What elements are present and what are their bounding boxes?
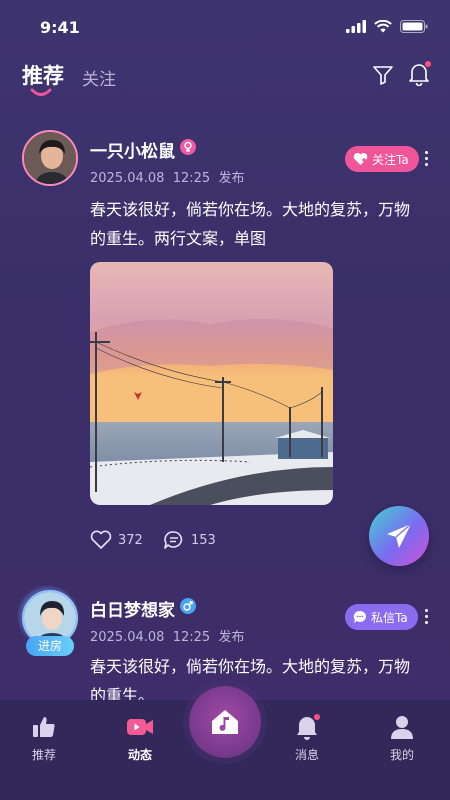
- female-badge-icon: [180, 139, 196, 155]
- post1-more-icon[interactable]: [425, 151, 429, 166]
- post2-time: 12:25: [172, 630, 211, 645]
- post1-image[interactable]: [90, 262, 333, 505]
- chat-bubble-icon: [353, 610, 366, 623]
- post1-avatar[interactable]: [22, 130, 78, 186]
- battery-icon: [400, 20, 428, 33]
- nav-center-button[interactable]: [189, 686, 261, 758]
- nav-moments[interactable]: 动态: [105, 712, 175, 763]
- likes-count: 372: [118, 532, 143, 548]
- tab-following[interactable]: 关注: [82, 65, 116, 90]
- post2-username[interactable]: 白日梦想家: [90, 596, 175, 621]
- post1-meta: 2025.04.08 12:25 发布: [90, 167, 244, 186]
- post2-date: 2025.04.08: [90, 630, 165, 645]
- heart-icon: [90, 530, 112, 549]
- send-post-button[interactable]: [369, 506, 429, 566]
- paper-plane-icon: [387, 523, 412, 548]
- video-camera-icon: [127, 719, 153, 735]
- status-time: 9:41: [40, 18, 80, 37]
- post1-time: 12:25: [172, 171, 211, 186]
- post1-date: 2025.04.08: [90, 171, 165, 186]
- comments-count: 153: [191, 532, 216, 548]
- avatar-image-icon: [24, 132, 76, 184]
- nav-moments-label: 动态: [127, 748, 152, 762]
- profile-icon: [391, 716, 413, 739]
- tab-recommend[interactable]: 推荐: [22, 60, 64, 90]
- follow-button[interactable]: 关注Ta: [345, 146, 419, 172]
- thumbs-up-icon: [33, 717, 55, 737]
- nav-messages-label: 消息: [294, 748, 319, 762]
- nav-messages[interactable]: 消息: [272, 712, 342, 763]
- follow-button-label: 关注Ta: [372, 152, 409, 167]
- post2-published: 发布: [218, 630, 245, 645]
- post1-text: 春天该很好，倘若你在场。大地的复苏，万物 的重生。两行文案，单图: [90, 195, 440, 253]
- comment-icon: [164, 531, 183, 549]
- post1-likes[interactable]: 372: [90, 530, 143, 550]
- signal-icon: [346, 20, 366, 33]
- tab-active-indicator: [30, 88, 52, 96]
- heart-follow-icon: [353, 153, 368, 165]
- post2-meta: 2025.04.08 12:25 发布: [90, 626, 244, 645]
- snowy-road-photo-icon: [90, 262, 333, 505]
- post1-published: 发布: [218, 171, 245, 186]
- message-button-label: 私信Ta: [371, 610, 408, 625]
- music-home-icon: [212, 710, 238, 734]
- status-icons: [346, 20, 428, 33]
- nav-recommend[interactable]: 推荐: [9, 712, 79, 763]
- bell-icon: [297, 714, 320, 740]
- nav-recommend-label: 推荐: [31, 748, 56, 762]
- filter-icon[interactable]: [372, 64, 394, 86]
- enter-room-badge[interactable]: 进房: [26, 636, 74, 656]
- post1-username[interactable]: 一只小松鼠: [90, 137, 175, 162]
- message-button[interactable]: 私信Ta: [345, 604, 418, 630]
- wifi-icon: [374, 20, 392, 33]
- nav-profile[interactable]: 我的: [367, 712, 437, 763]
- nav-profile-label: 我的: [389, 748, 414, 762]
- post1-comments[interactable]: 153: [163, 530, 216, 550]
- male-badge-icon: [180, 598, 196, 614]
- notification-dot: [425, 61, 431, 67]
- post1-text-line2: 的重生。两行文案，单图: [90, 229, 267, 248]
- post2-more-icon[interactable]: [425, 609, 429, 624]
- post1-text-line1: 春天该很好，倘若你在场。大地的复苏，万物: [90, 200, 411, 219]
- post2-text-line1: 春天该很好，倘若你在场。大地的复苏，万物: [90, 657, 411, 676]
